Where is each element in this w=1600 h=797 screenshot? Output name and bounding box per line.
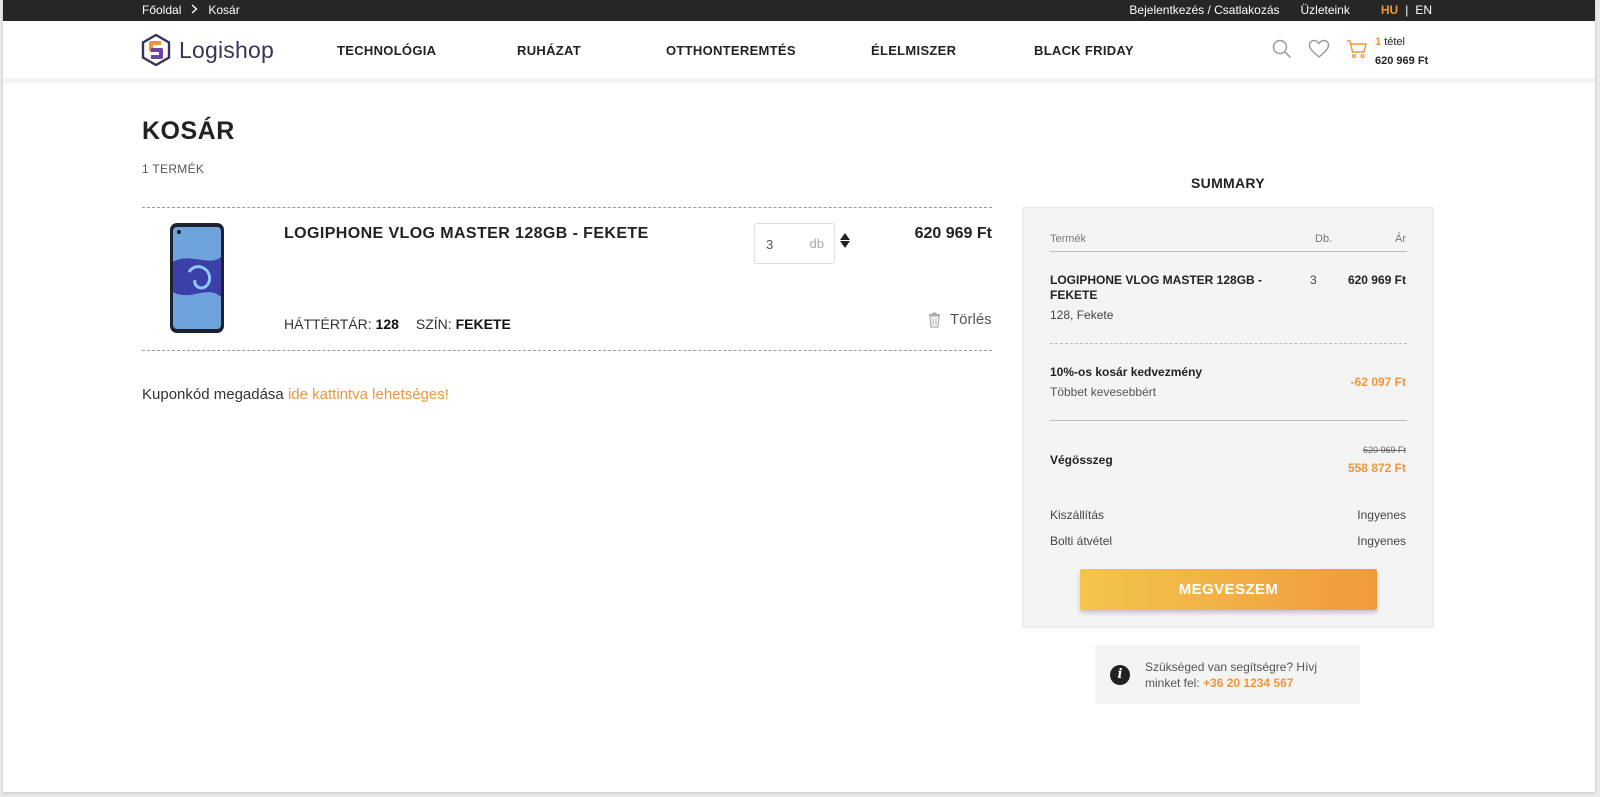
cart-item-count: 1 TERMÉK (142, 162, 205, 176)
divider (1050, 343, 1407, 344)
attr-color: SZÍN: FEKETE (416, 316, 511, 332)
logo-icon (141, 34, 171, 66)
cart-count-label: tétel (1384, 36, 1405, 48)
divider (1050, 251, 1407, 252)
chevron-right-icon (191, 3, 198, 17)
quantity-stepper (840, 233, 850, 248)
logo-text: Logishop (179, 36, 274, 63)
divider (1050, 420, 1407, 421)
total-label: Végösszeg (1050, 453, 1113, 467)
delete-label: Törlés (950, 311, 992, 328)
summary-product-name: LOGIPHONE VLOG MASTER 128GB - FEKETE (1050, 273, 1263, 302)
attr-storage-value: 128 (375, 316, 399, 332)
summary-title: SUMMARY (1191, 175, 1265, 191)
info-icon: i (1110, 665, 1130, 685)
product-image[interactable] (169, 222, 225, 334)
summary-product-qty: 3 (1310, 273, 1317, 287)
delete-button[interactable]: Törlés (928, 311, 992, 328)
site-header: Logishop TECHNOLÓGIA RUHÁZAT OTTHONTEREM… (3, 21, 1595, 83)
discount-subtitle: Többet kevesebbért (1050, 385, 1157, 399)
nav-item-technologia[interactable]: TECHNOLÓGIA (337, 43, 436, 58)
nav-item-otthonteremtes[interactable]: OTTHONTEREMTÉS (666, 43, 796, 58)
divider (142, 207, 992, 208)
total-original: 620 969 Ft (1362, 445, 1406, 455)
arrow-down-icon[interactable] (840, 241, 850, 248)
summary-col-qty: Db. (1315, 233, 1333, 245)
attr-storage-label: HÁTTÉRTÁR: (284, 316, 372, 332)
summary-box: Termék Db. Ár LOGIPHONE VLOG MASTER 128G… (1023, 207, 1433, 627)
discount-value: -62 097 Ft (1350, 375, 1406, 389)
quantity-input[interactable]: 3 db (754, 223, 835, 264)
header-icons (1272, 39, 1368, 59)
coupon-link[interactable]: ide kattintva lehetséges! (288, 386, 449, 403)
trash-icon (929, 312, 940, 328)
page-title: KOSÁR (142, 117, 235, 145)
cart-summary-mini[interactable]: 1 tétel 620 969 Ft (1375, 33, 1428, 71)
logo[interactable]: Logishop (141, 34, 274, 66)
top-bar-links: Bejelentkezés / Csatlakozás Üzleteink HU… (1129, 3, 1432, 17)
coupon-text: Kuponkód megadása (142, 386, 284, 403)
page: Főoldal Kosár Bejelentkezés / Csatlakozá… (3, 0, 1595, 792)
quantity-value: 3 (766, 237, 774, 252)
summary-product-price: 620 969 Ft (1347, 273, 1406, 287)
breadcrumb-current: Kosár (208, 3, 240, 17)
summary-col-product: Termék (1050, 233, 1087, 245)
quantity-unit: db (809, 236, 824, 251)
cart-total: 620 969 Ft (1375, 55, 1429, 67)
attr-color-label: SZÍN: (415, 316, 452, 332)
nav-item-black-friday[interactable]: BLACK FRIDAY (1034, 43, 1134, 58)
product-name[interactable]: LOGIPHONE VLOG MASTER 128GB - FEKETE (284, 225, 649, 243)
breadcrumb-home-link[interactable]: Főoldal (142, 3, 181, 17)
total-final: 558 872 Ft (1347, 461, 1406, 475)
breadcrumb: Főoldal Kosár (142, 3, 240, 17)
cart-icon[interactable] (1346, 39, 1368, 59)
help-phone-link[interactable]: +36 20 1234 567 (1203, 676, 1293, 690)
cart-count-line: 1 tétel (1375, 33, 1428, 52)
divider (142, 350, 992, 351)
discount-name: 10%-os kosár kedvezmény (1050, 365, 1203, 379)
search-icon[interactable] (1272, 39, 1292, 59)
attr-color-value: FEKETE (455, 316, 511, 332)
cart-count: 1 (1375, 36, 1382, 48)
help-box: i Szükséged van segítségre? Hívj minket … (1095, 645, 1360, 704)
lang-hu-link[interactable]: HU (1381, 3, 1398, 17)
top-bar: Főoldal Kosár Bejelentkezés / Csatlakozá… (3, 0, 1595, 21)
nav-item-ruhazat[interactable]: RUHÁZAT (517, 43, 581, 58)
product-attributes: HÁTTÉRTÁR: 128 SZÍN: FEKETE (284, 316, 511, 332)
nav-item-elelmiszer[interactable]: ÉLELMISZER (871, 43, 956, 58)
pickup-value: Ingyenes (1357, 534, 1406, 548)
login-link[interactable]: Bejelentkezés / Csatlakozás (1129, 3, 1279, 17)
shipping-label: Kiszállítás (1050, 508, 1105, 522)
product-price: 620 969 Ft (914, 225, 992, 242)
pickup-label: Bolti átvétel (1050, 534, 1113, 548)
lang-en-link[interactable]: EN (1415, 3, 1432, 17)
coupon-prompt: Kuponkód megadása ide kattintva lehetség… (142, 386, 449, 403)
lang-separator: | (1405, 3, 1409, 17)
buy-button[interactable]: MEGVESZEM (1080, 569, 1377, 610)
arrow-up-icon[interactable] (840, 233, 850, 240)
attr-storage: HÁTTÉRTÁR: 128 (284, 316, 399, 332)
help-text: Szükséged van segítségre? Hívj minket fe… (1145, 659, 1345, 691)
shipping-value: Ingyenes (1357, 508, 1406, 522)
summary-product-attrs: 128, Fekete (1050, 308, 1114, 322)
summary-col-price: Ár (1395, 233, 1406, 245)
heart-icon[interactable] (1308, 39, 1330, 59)
stores-link[interactable]: Üzleteink (1301, 3, 1350, 17)
